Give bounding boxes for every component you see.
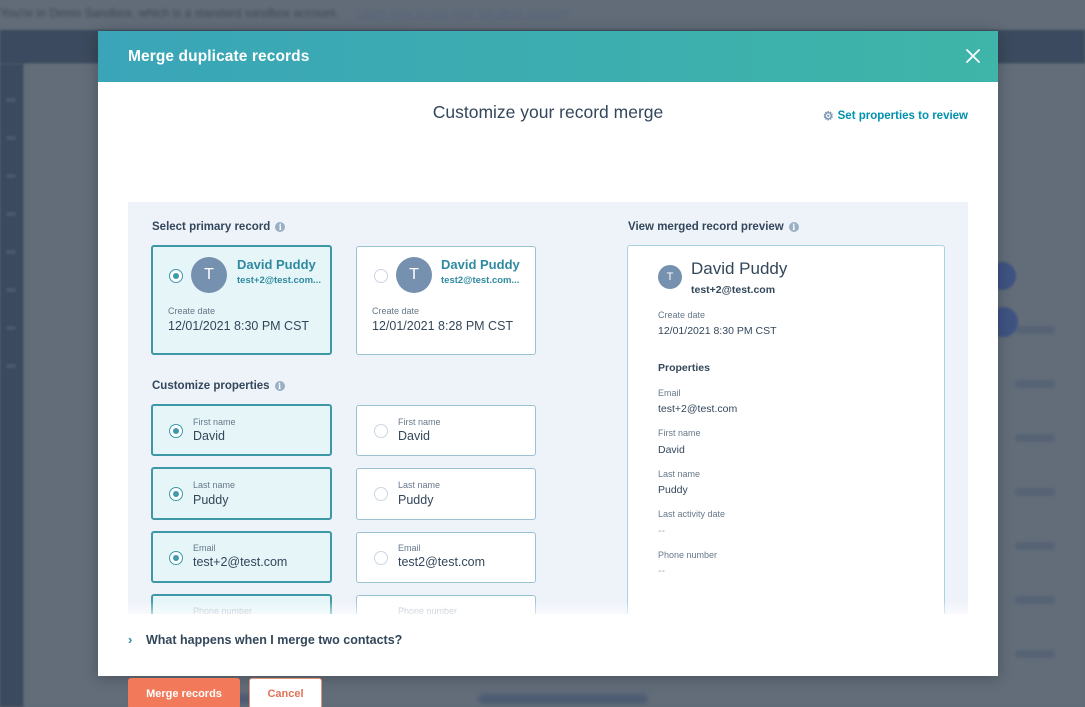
avatar: T	[658, 265, 682, 289]
merge-panel: Select primary record i T David Puddy te…	[128, 202, 968, 614]
preview-email: test+2@test.com	[691, 284, 776, 296]
close-button[interactable]	[964, 47, 982, 65]
section-label-text: View merged record preview	[628, 221, 784, 233]
create-date-value: 12/01/2021 8:28 PM CST	[372, 319, 514, 333]
radio-button-selected[interactable]	[169, 424, 183, 438]
info-icon[interactable]: i	[788, 222, 799, 232]
property-label: First name	[193, 417, 236, 427]
preview-property-label: Last activity date	[658, 509, 726, 519]
property-option-email-right[interactable]: Email test2@test.com	[356, 532, 536, 583]
radio-button[interactable]	[374, 551, 388, 565]
radio-button[interactable]	[374, 487, 388, 501]
create-date-label: Create date	[372, 306, 420, 316]
modal-header: Merge duplicate records	[98, 31, 998, 82]
record-email: test+2@test.com...	[237, 275, 321, 286]
record-name: David Puddy	[441, 257, 520, 272]
preview-property-label: First name	[658, 428, 701, 438]
preview-properties-heading: Properties	[658, 362, 710, 374]
radio-button-selected[interactable]	[169, 269, 183, 283]
primary-record-card-2[interactable]: T David Puddy test2@test.com... Create d…	[356, 246, 536, 355]
property-label: First name	[398, 417, 441, 427]
avatar: T	[191, 257, 227, 293]
customize-properties-label: Customize properties i	[152, 380, 285, 392]
preview-property-label: Email	[658, 388, 681, 398]
record-email: test2@test.com...	[441, 275, 520, 286]
preview-create-date-label: Create date	[658, 310, 706, 320]
property-option-first-name-right[interactable]: First name David	[356, 405, 536, 456]
select-primary-record-label: Select primary record i	[152, 221, 286, 233]
preview-property-value: test+2@test.com	[658, 403, 738, 415]
property-option-last-name-right[interactable]: Last name Puddy	[356, 468, 536, 520]
radio-button-selected[interactable]	[169, 487, 183, 501]
property-value: test2@test.com	[398, 555, 486, 569]
preview-property-value: --	[658, 525, 665, 537]
info-icon[interactable]: i	[274, 381, 285, 391]
merge-records-modal: Merge duplicate records Customize your r…	[98, 31, 998, 707]
modal-body: Customize your record merge ⚙ Set proper…	[98, 82, 998, 707]
chevron-right-icon: ›	[128, 632, 133, 647]
preview-property-label: Last name	[658, 469, 701, 479]
property-option-email-left[interactable]: Email test+2@test.com	[151, 531, 332, 583]
property-value: Puddy	[193, 493, 229, 507]
scroll-fade	[128, 600, 968, 614]
property-label: Email	[398, 543, 421, 553]
preview-property-value: --	[658, 565, 665, 577]
property-label: Last name	[398, 480, 441, 490]
gear-icon: ⚙	[822, 109, 834, 123]
property-value: David	[398, 429, 430, 443]
preview-name: David Puddy	[691, 259, 788, 278]
create-date-label: Create date	[168, 306, 216, 316]
preview-property-value: Puddy	[658, 484, 688, 496]
set-properties-to-review-link[interactable]: ⚙ Set properties to review	[823, 109, 968, 123]
banner-link: Learn how to use your sandbox account	[356, 6, 569, 20]
create-date-value: 12/01/2021 8:30 PM CST	[168, 319, 310, 333]
merged-preview-label: View merged record preview i	[628, 221, 799, 233]
section-label-text: Select primary record	[152, 221, 271, 233]
modal-title: Merge duplicate records	[128, 47, 310, 65]
property-option-first-name-left[interactable]: First name David	[151, 404, 332, 456]
property-label: Last name	[193, 480, 236, 490]
primary-record-card-1[interactable]: T David Puddy test+2@test.com... Create …	[151, 245, 332, 355]
merge-records-button[interactable]: Merge records	[128, 678, 240, 707]
background-sidebar	[0, 64, 24, 707]
property-label: Email	[193, 543, 216, 553]
avatar: T	[396, 257, 432, 293]
preview-property-label: Phone number	[658, 550, 718, 560]
preview-property-value: David	[658, 444, 685, 456]
banner-text: You're in Demo Sandbox, which is a stand…	[0, 6, 339, 20]
background-sandbox-banner: You're in Demo Sandbox, which is a stand…	[0, 0, 1085, 30]
set-properties-label: Set properties to review	[837, 110, 968, 122]
faq-text: What happens when I merge two contacts?	[146, 632, 403, 647]
merged-record-preview-card: T David Puddy test+2@test.com Create dat…	[627, 245, 945, 614]
radio-button[interactable]	[374, 424, 388, 438]
property-value: David	[193, 429, 225, 443]
close-icon	[966, 49, 980, 63]
radio-button-selected[interactable]	[169, 551, 183, 565]
merge-faq-toggle[interactable]: › What happens when I merge two contacts…	[128, 632, 402, 647]
radio-button[interactable]	[374, 269, 388, 283]
property-value: Puddy	[398, 493, 434, 507]
background-item	[478, 694, 648, 704]
section-label-text: Customize properties	[152, 380, 270, 392]
property-value: test+2@test.com	[193, 555, 288, 569]
info-icon[interactable]: i	[275, 222, 286, 232]
preview-create-date-value: 12/01/2021 8:30 PM CST	[658, 325, 777, 337]
cancel-button[interactable]: Cancel	[249, 678, 322, 707]
record-name: David Puddy	[237, 257, 316, 272]
property-option-last-name-left[interactable]: Last name Puddy	[151, 467, 332, 520]
